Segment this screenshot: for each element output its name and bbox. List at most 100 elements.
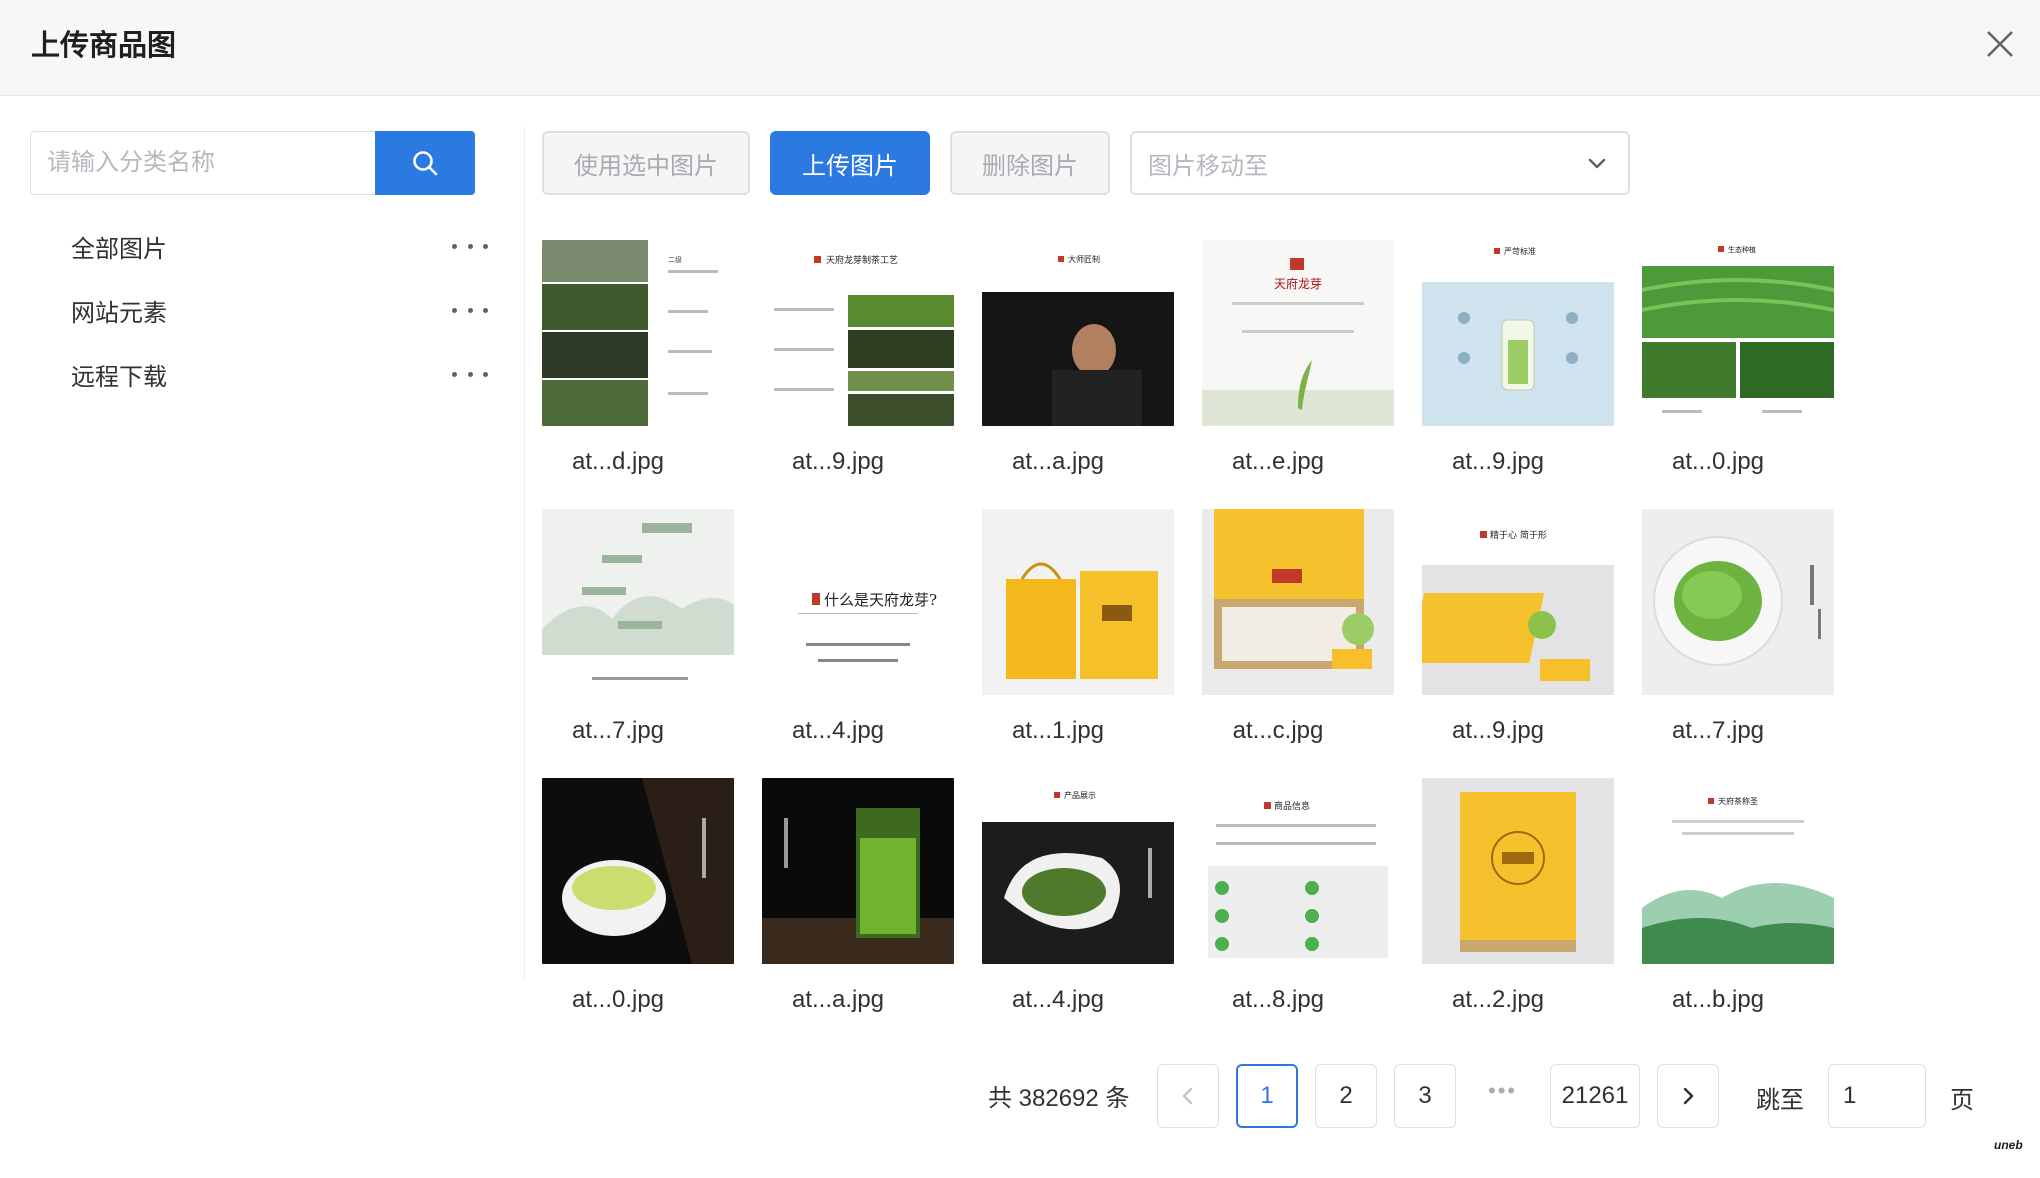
image-filename: at...8.jpg <box>1231 986 1325 1013</box>
image-thumbnail: 天府龙芽 <box>1202 240 1394 426</box>
image-thumbnail: 严苛标准 <box>1422 240 1614 426</box>
image-card[interactable]: at...7.jpg <box>542 509 734 744</box>
image-filename: at...1.jpg <box>1011 717 1105 744</box>
image-thumbnail <box>1202 509 1394 695</box>
category-item-remote-download[interactable]: 远程下载 <box>30 346 490 402</box>
image-filename: at...9.jpg <box>1451 448 1545 475</box>
move-to-placeholder: 图片移动至 <box>1148 152 1268 180</box>
image-thumbnail <box>982 509 1174 695</box>
chevron-down-icon <box>1588 158 1606 169</box>
image-card[interactable]: at...2.jpg <box>1422 778 1614 1013</box>
page-button-1[interactable]: 1 <box>1236 1064 1298 1128</box>
image-filename: at...7.jpg <box>571 717 665 744</box>
move-to-select[interactable]: 图片移动至 <box>1130 131 1630 195</box>
chevron-right-icon <box>1683 1087 1694 1105</box>
thumb-caption: 商品信息 <box>1274 800 1310 812</box>
thumb-caption: 生态种植 <box>1728 245 1756 254</box>
thumb-caption: 天府龙芽制茶工艺 <box>826 254 898 266</box>
dialog-header: 上传商品图 <box>0 0 2040 96</box>
thumb-caption: 大师匠制 <box>1068 254 1100 264</box>
delete-button[interactable]: 删除图片 <box>950 131 1110 195</box>
image-filename: at...0.jpg <box>1671 448 1765 475</box>
image-card[interactable]: at...1.jpg <box>982 509 1174 744</box>
chevron-left-icon <box>1182 1087 1193 1105</box>
image-filename: at...2.jpg <box>1451 986 1545 1013</box>
image-card[interactable]: 严苛标准 at...9.jpg <box>1422 240 1614 475</box>
thumb-caption: 天府茶称圣 <box>1718 796 1758 806</box>
sidebar-divider <box>524 126 525 981</box>
image-thumbnail: 产品展示 <box>982 778 1174 964</box>
image-filename: at...a.jpg <box>1011 448 1105 475</box>
use-selected-button[interactable]: 使用选中图片 <box>542 131 750 195</box>
search-icon <box>413 151 438 176</box>
thumb-caption: 精于心 简于形 <box>1490 529 1547 541</box>
image-thumbnail: 生态种植 <box>1642 240 1834 426</box>
image-thumbnail: 商品信息 <box>1202 778 1394 964</box>
image-filename: at...7.jpg <box>1671 717 1765 744</box>
thumb-caption: 产品展示 <box>1064 790 1096 800</box>
total-count: 共 382692 条 <box>988 1085 1130 1112</box>
category-label: 远程下载 <box>71 363 167 391</box>
more-icon[interactable] <box>452 296 488 324</box>
image-card[interactable]: 什么是天府龙芽? at...4.jpg <box>762 509 954 744</box>
image-card[interactable]: 精于心 简于形 at...9.jpg <box>1422 509 1614 744</box>
jump-page-input[interactable] <box>1828 1064 1926 1128</box>
image-filename: at...c.jpg <box>1232 717 1324 744</box>
image-card[interactable]: at...c.jpg <box>1202 509 1394 744</box>
search-button[interactable] <box>375 131 475 195</box>
image-card[interactable]: 天府龙芽 at...e.jpg <box>1202 240 1394 475</box>
image-filename: at...e.jpg <box>1231 448 1325 475</box>
image-thumbnail <box>1422 778 1614 964</box>
category-item-site-elements[interactable]: 网站元素 <box>30 282 490 338</box>
image-filename: at...9.jpg <box>1451 717 1545 744</box>
image-card[interactable]: 天府茶称圣 at...b.jpg <box>1642 778 1834 1013</box>
image-card[interactable]: 商品信息 at...8.jpg <box>1202 778 1394 1013</box>
image-filename: at...4.jpg <box>1011 986 1105 1013</box>
image-thumbnail <box>1642 509 1834 695</box>
image-filename: at...d.jpg <box>571 448 665 475</box>
image-thumbnail <box>762 778 954 964</box>
watermark: uneb <box>1994 1138 2023 1152</box>
thumb-caption: 二级 <box>668 255 682 264</box>
page-ellipsis[interactable]: ••• <box>1488 1078 1517 1104</box>
image-card[interactable]: 产品展示 at...4.jpg <box>982 778 1174 1013</box>
image-card[interactable]: 二级 at...d.jpg <box>542 240 734 475</box>
category-search-input[interactable] <box>30 131 376 195</box>
next-page-button[interactable] <box>1657 1064 1719 1128</box>
image-card[interactable]: at...7.jpg <box>1642 509 1834 744</box>
image-card[interactable]: at...0.jpg <box>542 778 734 1013</box>
image-card[interactable]: 天府龙芽制茶工艺 at...9.jpg <box>762 240 954 475</box>
image-thumbnail: 什么是天府龙芽? <box>762 509 954 695</box>
prev-page-button[interactable] <box>1157 1064 1219 1128</box>
image-thumbnail: 二级 <box>542 240 734 426</box>
image-card[interactable]: 生态种植 at...0.jpg <box>1642 240 1834 475</box>
page-unit-label: 页 <box>1950 1087 1974 1114</box>
close-icon <box>1987 31 2013 57</box>
dialog-title: 上传商品图 <box>31 30 177 62</box>
image-filename: at...0.jpg <box>571 986 665 1013</box>
category-label: 全部图片 <box>71 235 167 263</box>
page-button-2[interactable]: 2 <box>1315 1064 1377 1128</box>
image-thumbnail: 天府龙芽制茶工艺 <box>762 240 954 426</box>
page-button-3[interactable]: 3 <box>1394 1064 1456 1128</box>
image-card[interactable]: at...a.jpg <box>762 778 954 1013</box>
category-label: 网站元素 <box>71 299 167 327</box>
more-icon[interactable] <box>452 232 488 260</box>
category-item-all[interactable]: 全部图片 <box>30 218 490 274</box>
category-search <box>30 131 475 195</box>
image-filename: at...4.jpg <box>791 717 885 744</box>
thumb-caption: 天府龙芽 <box>1274 276 1322 291</box>
close-button[interactable] <box>1982 26 2018 62</box>
image-thumbnail: 精于心 简于形 <box>1422 509 1614 695</box>
thumb-caption: 严苛标准 <box>1504 246 1536 256</box>
image-card[interactable]: 大师匠制 at...a.jpg <box>982 240 1174 475</box>
image-filename: at...b.jpg <box>1671 986 1765 1013</box>
image-thumbnail: 大师匠制 <box>982 240 1174 426</box>
image-thumbnail: 天府茶称圣 <box>1642 778 1834 964</box>
page-button-last[interactable]: 21261 <box>1550 1064 1640 1128</box>
thumb-caption: 什么是天府龙芽? <box>824 591 937 609</box>
upload-button[interactable]: 上传图片 <box>770 131 930 195</box>
more-icon[interactable] <box>452 360 488 388</box>
image-filename: at...a.jpg <box>791 986 885 1013</box>
image-thumbnail <box>542 509 734 695</box>
